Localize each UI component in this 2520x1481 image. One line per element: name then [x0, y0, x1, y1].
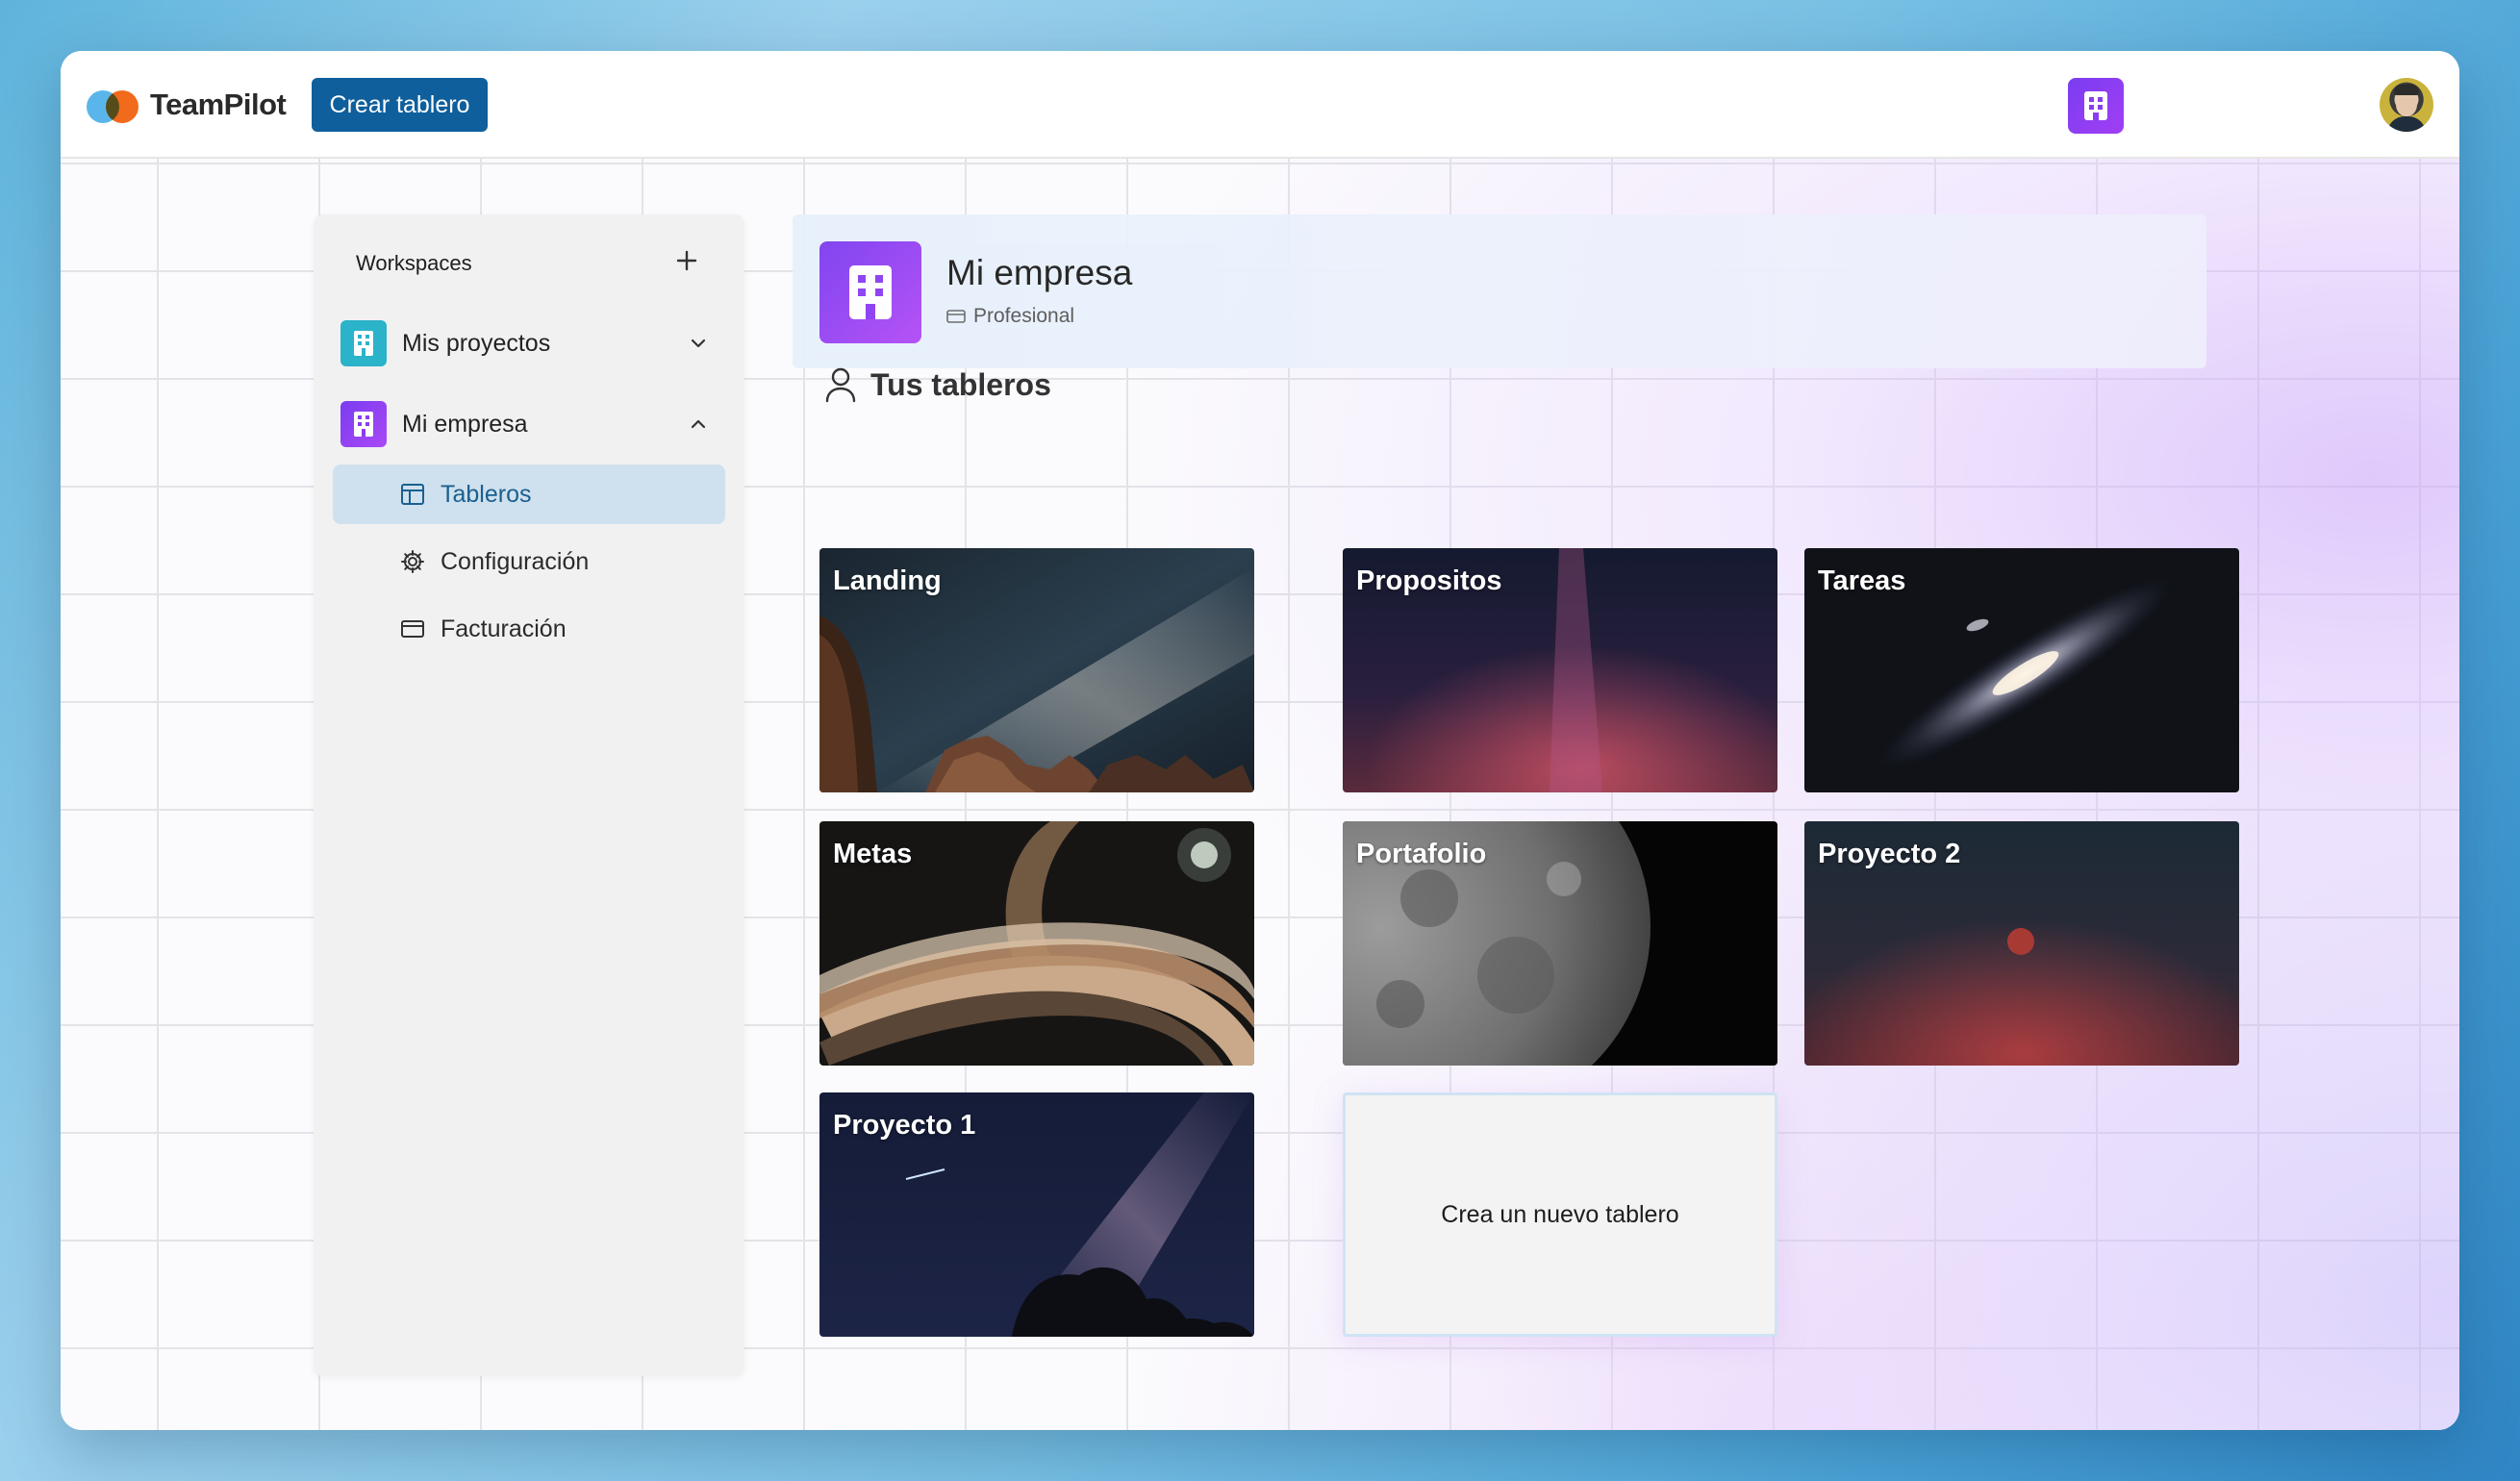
org-switcher-button[interactable] — [2068, 78, 2124, 134]
app-name: TeamPilot — [150, 88, 287, 121]
building-icon — [340, 320, 387, 366]
credit-card-icon — [946, 310, 966, 323]
building-icon — [819, 241, 921, 343]
board-name: Tareas — [1818, 565, 1906, 596]
main-content: Workspaces Mis proyectos Mi empresa Tabl… — [61, 159, 2459, 1430]
sidebar-item-facturacion[interactable]: Facturación — [333, 599, 725, 659]
workspace-mi-empresa[interactable]: Mi empresa — [340, 397, 721, 451]
board-card-landing[interactable]: Landing — [819, 548, 1254, 792]
workspace-label: Mis proyectos — [402, 329, 551, 357]
org-plan: Profesional — [946, 305, 1074, 328]
org-name: Mi empresa — [946, 253, 1133, 292]
board-name: Propositos — [1356, 565, 1502, 596]
board-name: Metas — [833, 839, 913, 869]
sidebar-item-tableros[interactable]: Tableros — [333, 464, 725, 524]
plus-icon — [676, 250, 697, 271]
sidebar-item-label: Tableros — [441, 480, 532, 508]
plan-label: Profesional — [973, 305, 1075, 327]
board-card-tareas[interactable]: Tareas — [1804, 548, 2239, 792]
sidebar-item-label: Facturación — [441, 615, 567, 642]
board-card-proyecto-2[interactable]: Proyecto 2 — [1804, 821, 2239, 1066]
create-new-board-label: Crea un nuevo tablero — [1441, 1200, 1679, 1228]
board-card-metas[interactable]: Metas — [819, 821, 1254, 1066]
sidebar: Workspaces Mis proyectos Mi empresa Tabl… — [314, 214, 744, 1376]
org-header: Mi empresa Profesional — [793, 214, 2206, 368]
sidebar-item-configuracion[interactable]: Configuración — [333, 532, 725, 591]
app-window: TeamPilot Crear tablero Workspaces Mis p… — [61, 51, 2459, 1430]
chevron-up-icon[interactable] — [689, 414, 708, 434]
create-board-button[interactable]: Crear tablero — [312, 78, 488, 132]
app-logo[interactable]: TeamPilot — [87, 88, 287, 123]
board-card-portafolio[interactable]: Portafolio — [1343, 821, 1777, 1066]
workspace-mis-proyectos[interactable]: Mis proyectos — [340, 316, 721, 370]
board-name: Portafolio — [1356, 839, 1487, 869]
user-avatar[interactable] — [2380, 78, 2433, 132]
board-name: Proyecto 2 — [1818, 839, 1961, 869]
workspace-label: Mi empresa — [402, 410, 528, 438]
chevron-down-icon[interactable] — [689, 334, 708, 353]
board-card-proyecto-1[interactable]: Proyecto 1 — [819, 1092, 1254, 1337]
user-icon — [825, 367, 856, 403]
create-new-board-card[interactable]: Crea un nuevo tablero — [1343, 1092, 1777, 1337]
board-name: Landing — [833, 565, 942, 596]
board-card-propositos[interactable]: Propositos — [1343, 548, 1777, 792]
board-icon — [400, 482, 425, 507]
board-name: Proyecto 1 — [833, 1110, 976, 1141]
gear-icon — [400, 549, 425, 574]
section-title-text: Tus tableros — [870, 366, 1051, 402]
building-icon — [2084, 91, 2107, 120]
credit-card-icon — [400, 616, 425, 641]
building-icon — [340, 401, 387, 447]
add-workspace-button[interactable] — [669, 243, 704, 278]
sidebar-item-label: Configuración — [441, 547, 590, 575]
workspaces-heading: Workspaces — [356, 251, 472, 275]
logo-icon — [87, 88, 139, 123]
boards-section-title: Tus tableros — [824, 366, 1051, 403]
top-bar: TeamPilot Crear tablero — [61, 51, 2459, 159]
